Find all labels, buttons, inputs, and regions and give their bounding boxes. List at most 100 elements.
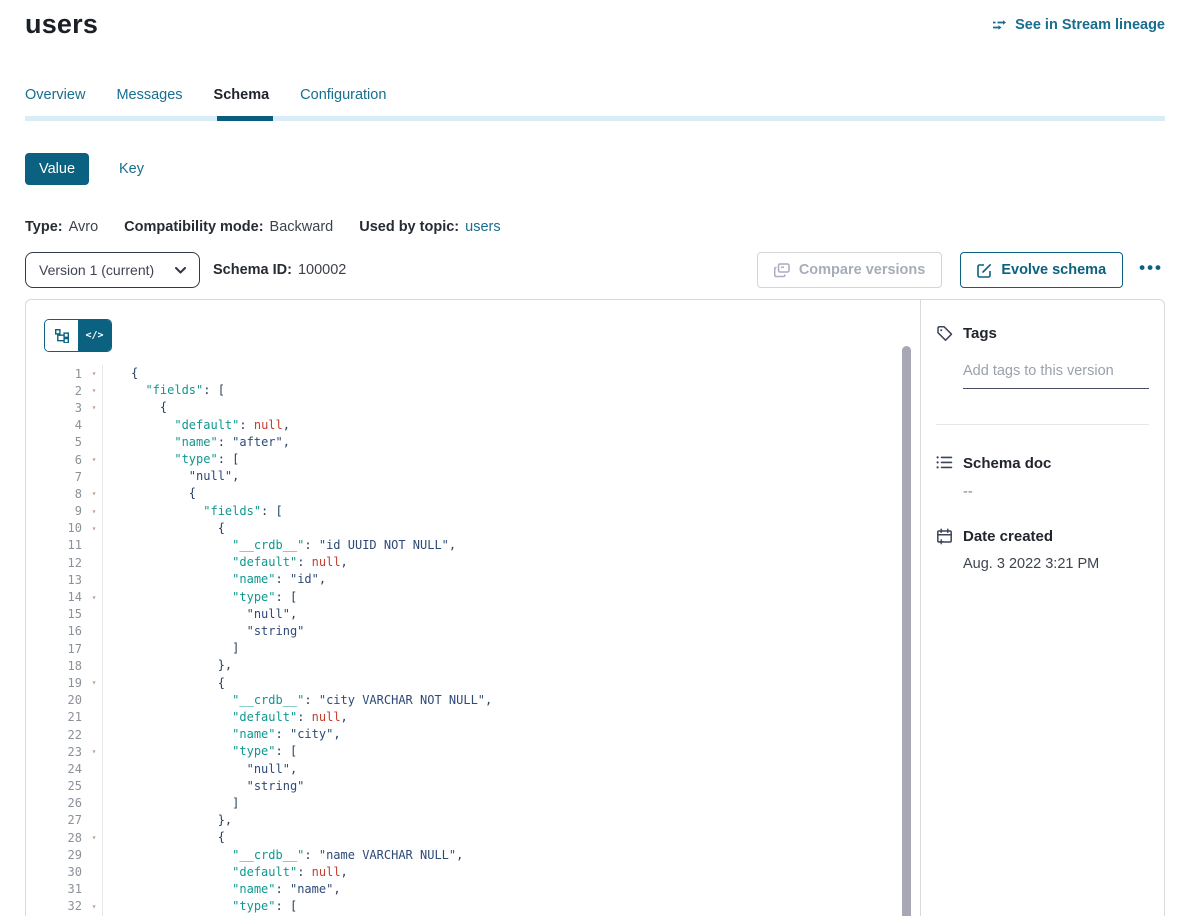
gutter-row: 14▾ xyxy=(26,588,102,605)
gutter-row: 27 xyxy=(26,812,102,829)
code-view-button[interactable]: </> xyxy=(78,320,111,351)
code-row: "__crdb__": "name VARCHAR NULL", xyxy=(131,847,920,864)
page-header: users See in Stream lineage xyxy=(25,0,1165,40)
code-row: }, xyxy=(131,657,920,674)
fold-arrow-icon[interactable]: ▾ xyxy=(86,369,102,378)
fold-arrow-icon[interactable]: ▾ xyxy=(86,403,102,412)
gutter-row: 21 xyxy=(26,709,102,726)
gutter-row: 8▾ xyxy=(26,485,102,502)
gutter-row: 24 xyxy=(26,760,102,777)
code-view-icon: </> xyxy=(85,330,103,341)
key-value-toggle: Value Key xyxy=(25,153,1165,185)
gutter-row: 9▾ xyxy=(26,503,102,520)
schema-id-label: Schema ID: xyxy=(213,262,292,278)
code-row: "null", xyxy=(131,761,920,778)
code-row: { xyxy=(131,365,920,382)
tree-view-button[interactable] xyxy=(45,320,78,351)
gutter-row: 5 xyxy=(26,434,102,451)
version-select[interactable]: Version 1 (current) xyxy=(25,252,200,288)
tab-overview[interactable]: Overview xyxy=(25,87,85,116)
code-row: "name": "city", xyxy=(131,726,920,743)
gutter-row: 6▾ xyxy=(26,451,102,468)
code-row: "default": null, xyxy=(131,709,920,726)
code-editor[interactable]: 1▾2▾3▾456▾78▾9▾10▾11121314▾1516171819▾20… xyxy=(26,365,920,916)
schema-doc-section-header: Schema doc xyxy=(936,455,1149,472)
gutter-row: 2▾ xyxy=(26,382,102,399)
tab-schema[interactable]: Schema xyxy=(214,87,270,116)
gutter-row: 18 xyxy=(26,657,102,674)
date-created-title: Date created xyxy=(963,528,1053,545)
code-row: "null", xyxy=(131,606,920,623)
used-by-topic: Used by topic: users xyxy=(359,219,500,235)
schema-id-value: 100002 xyxy=(298,262,346,278)
fold-arrow-icon[interactable]: ▾ xyxy=(86,507,102,516)
schema-type-label: Type: xyxy=(25,219,63,235)
active-tab-indicator xyxy=(217,116,273,121)
gutter-row: 19▾ xyxy=(26,674,102,691)
code-row: }, xyxy=(131,812,920,829)
fold-arrow-icon[interactable]: ▾ xyxy=(86,833,102,842)
code-row: "type": [ xyxy=(131,898,920,915)
used-by-topic-link[interactable]: users xyxy=(465,219,500,235)
code-row: "default": null, xyxy=(131,864,920,881)
gutter-row: 23▾ xyxy=(26,743,102,760)
gutter-row: 1▾ xyxy=(26,365,102,382)
evolve-schema-label: Evolve schema xyxy=(1001,262,1106,278)
fold-arrow-icon[interactable]: ▾ xyxy=(86,593,102,602)
code-row: "null", xyxy=(131,468,920,485)
compatibility-mode-value: Backward xyxy=(270,219,334,235)
topic-tabs: Overview Messages Schema Configuration xyxy=(25,87,1165,116)
fold-arrow-icon[interactable]: ▾ xyxy=(86,524,102,533)
tab-messages[interactable]: Messages xyxy=(116,87,182,116)
stream-lineage-icon xyxy=(992,18,1008,32)
more-options-button[interactable]: ••• xyxy=(1137,255,1165,286)
gutter-row: 26 xyxy=(26,795,102,812)
gutter-row: 20 xyxy=(26,692,102,709)
code-row: { xyxy=(131,520,920,537)
editor-scrollbar[interactable] xyxy=(902,346,911,916)
fold-arrow-icon[interactable]: ▾ xyxy=(86,678,102,687)
gutter-row: 17 xyxy=(26,640,102,657)
tags-section-header: Tags xyxy=(936,325,1149,342)
editor-gutter: 1▾2▾3▾456▾78▾9▾10▾11121314▾1516171819▾20… xyxy=(26,365,103,916)
gutter-row: 12 xyxy=(26,554,102,571)
fold-arrow-icon[interactable]: ▾ xyxy=(86,489,102,498)
gutter-row: 11 xyxy=(26,537,102,554)
used-by-topic-label: Used by topic: xyxy=(359,219,459,235)
tab-configuration[interactable]: Configuration xyxy=(300,87,386,116)
stream-lineage-label: See in Stream lineage xyxy=(1015,17,1165,33)
code-row: ] xyxy=(131,640,920,657)
evolve-schema-button[interactable]: Evolve schema xyxy=(960,252,1123,288)
schema-doc-value: -- xyxy=(963,484,1149,500)
fold-arrow-icon[interactable]: ▾ xyxy=(86,455,102,464)
gutter-row: 15 xyxy=(26,606,102,623)
value-toggle-button[interactable]: Value xyxy=(25,153,89,185)
gutter-row: 7 xyxy=(26,468,102,485)
calendar-plus-icon xyxy=(936,528,953,545)
code-row: "type": [ xyxy=(131,589,920,606)
see-in-stream-lineage-link[interactable]: See in Stream lineage xyxy=(992,17,1165,33)
editor-view-toggle: </> xyxy=(44,319,112,352)
sidebar-divider xyxy=(936,424,1149,425)
code-row: "string" xyxy=(131,778,920,795)
code-lines: { "fields": [ { "default": null, "name":… xyxy=(103,365,920,916)
schema-editor: </> 1▾2▾3▾456▾78▾9▾10▾11121314▾151617181… xyxy=(26,300,920,916)
compare-versions-label: Compare versions xyxy=(799,262,926,278)
compare-versions-button[interactable]: Compare versions xyxy=(757,252,943,288)
gutter-row: 13 xyxy=(26,571,102,588)
code-row: "string" xyxy=(131,623,920,640)
gutter-row: 3▾ xyxy=(26,399,102,416)
fold-arrow-icon[interactable]: ▾ xyxy=(86,747,102,756)
version-select-value: Version 1 (current) xyxy=(39,262,154,278)
fold-arrow-icon[interactable]: ▾ xyxy=(86,902,102,911)
gutter-row: 16 xyxy=(26,623,102,640)
chevron-down-icon xyxy=(175,267,186,274)
tree-view-icon xyxy=(55,329,69,343)
code-row: ] xyxy=(131,795,920,812)
code-row: "name": "id", xyxy=(131,571,920,588)
fold-arrow-icon[interactable]: ▾ xyxy=(86,386,102,395)
add-tags-input[interactable] xyxy=(963,363,1149,389)
key-toggle-link[interactable]: Key xyxy=(119,161,144,177)
schema-sidebar: Tags Schema doc -- xyxy=(920,300,1164,916)
code-row: "name": "name", xyxy=(131,881,920,898)
